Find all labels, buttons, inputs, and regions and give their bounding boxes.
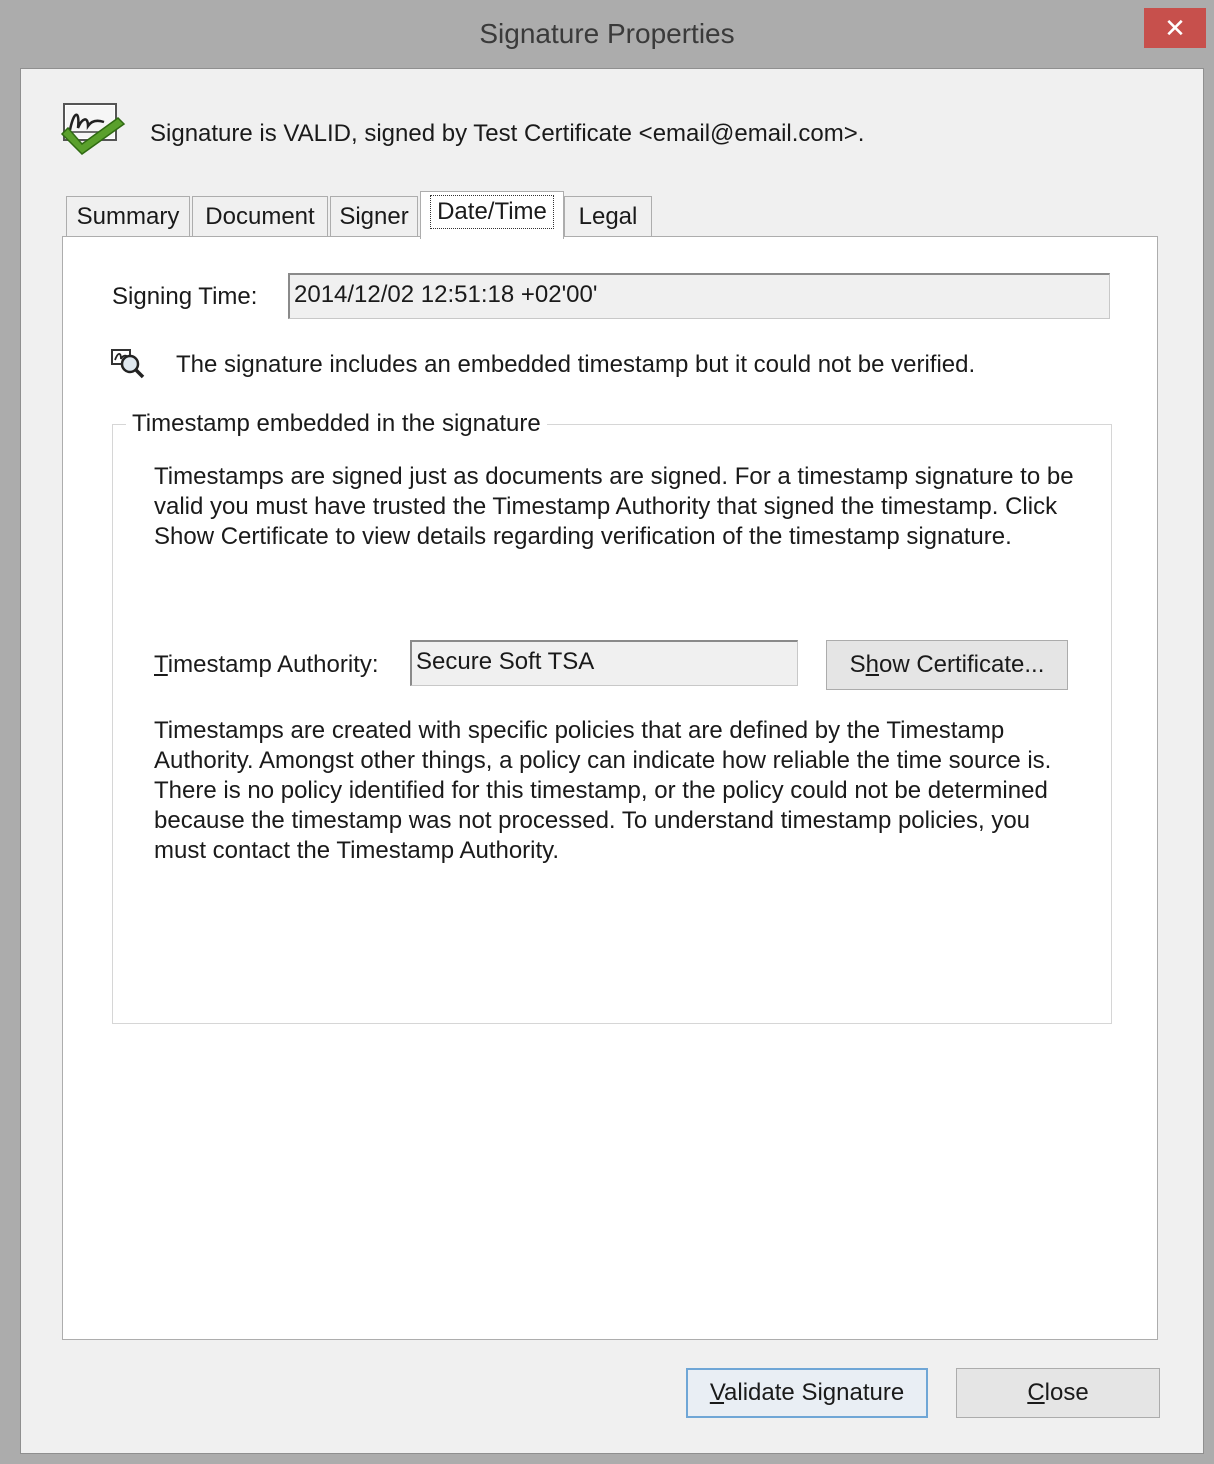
timestamp-authority-label: Timestamp Authority: [154,651,379,679]
validate-signature-button[interactable]: Validate Signature [686,1368,928,1418]
close-button[interactable]: Close [956,1368,1160,1418]
validate-mnemonic: V [709,1379,725,1406]
signature-valid-icon [60,103,126,155]
show-certificate-post: ow Certificate... [878,651,1045,678]
show-certificate-mnemonic: h [865,651,879,678]
signature-properties-dialog: Signature Properties ✕ Signature is VALI… [0,0,1214,1464]
close-mnemonic: C [1027,1379,1045,1406]
timestamp-intro-text: Timestamps are signed just as documents … [154,463,1074,550]
window-title: Signature Properties [479,18,735,49]
tab-document-label: Document [205,203,315,230]
signing-time-label: Signing Time: [112,283,258,310]
timestamp-authority-field[interactable]: Secure Soft TSA [410,640,798,686]
timestamp-warning-text: The signature includes an embedded times… [176,351,976,378]
tab-date-time[interactable]: Date/Time [420,191,564,239]
show-certificate-pre: S [849,651,866,678]
timestamp-warning-icon [111,349,145,379]
tab-legal[interactable]: Legal [564,196,652,238]
timestamp-group-title: Timestamp embedded in the signature [126,410,547,438]
close-window-button[interactable]: ✕ [1144,8,1206,48]
tab-summary[interactable]: Summary [66,196,190,238]
timestamp-policy-text: Timestamps are created with specific pol… [154,717,1052,864]
tab-summary-label: Summary [76,203,180,230]
timestamp-authority-label-rest: imestamp Authority: [167,651,379,678]
tab-legal-label: Legal [578,203,638,230]
close-label-rest: lose [1044,1379,1089,1406]
signing-time-field[interactable]: 2014/12/02 12:51:18 +02'00' [288,273,1110,319]
signature-status-text: Signature is VALID, signed by Test Certi… [150,120,865,147]
show-certificate-button[interactable]: Show Certificate... [826,640,1068,690]
tab-signer[interactable]: Signer [330,196,418,238]
timestamp-authority-mnemonic: T [154,651,168,678]
validate-label-rest: alidate Signature [724,1379,905,1406]
tab-signer-label: Signer [339,203,409,230]
tab-date-time-label: Date/Time [430,195,554,229]
tab-document[interactable]: Document [192,196,328,238]
title-bar[interactable]: Signature Properties ✕ [0,0,1214,68]
